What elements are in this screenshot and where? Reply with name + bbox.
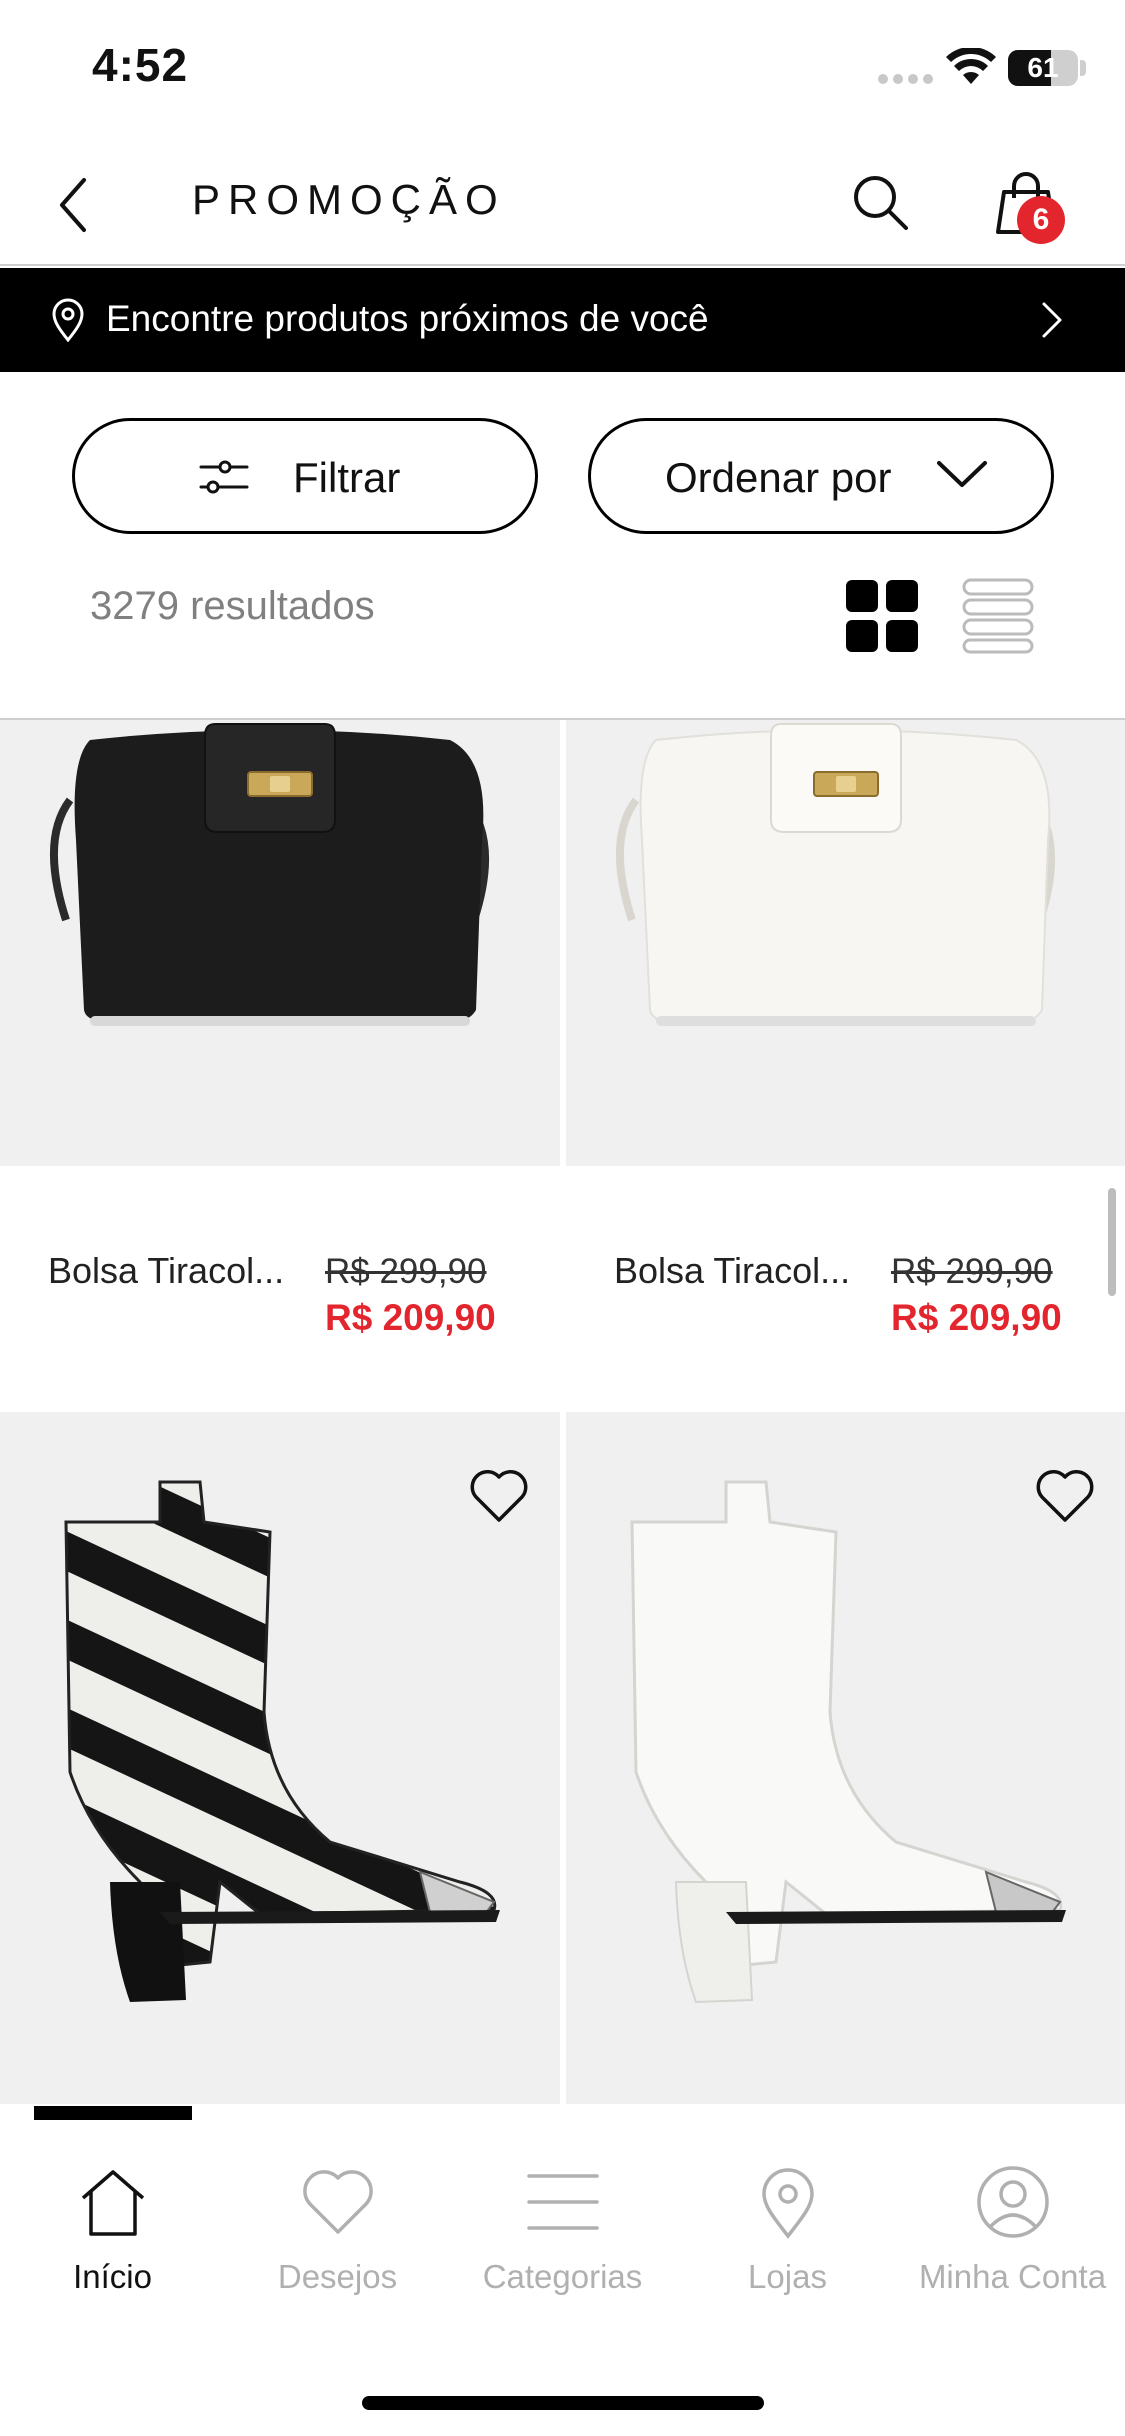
chevron-down-icon xyxy=(937,461,987,487)
tab-desejos[interactable]: Desejos xyxy=(225,2164,450,2314)
status-time: 4:52 xyxy=(92,39,189,91)
wifi-icon xyxy=(946,48,996,84)
battery-cap xyxy=(1080,60,1086,76)
sliders-icon xyxy=(199,460,249,494)
grid-view-icon[interactable] xyxy=(844,578,920,654)
tab-inicio[interactable]: Início xyxy=(0,2164,225,2314)
results-count: 3279 resultados xyxy=(90,584,375,628)
tab-minha-conta[interactable]: Minha Conta xyxy=(900,2164,1125,2314)
heart-icon[interactable] xyxy=(468,1466,530,1524)
home-indicator[interactable] xyxy=(362,2396,764,2410)
banner-text: Encontre produtos próximos de você xyxy=(106,298,709,339)
product-price-sale: R$ 209,90 xyxy=(891,1297,1062,1338)
filter-label: Filtrar xyxy=(293,454,401,501)
cellular-signal-icon xyxy=(878,74,934,84)
filter-button[interactable]: Filtrar xyxy=(72,418,538,534)
product-price-old: R$ 299,90 xyxy=(891,1252,1053,1291)
chevron-right-icon xyxy=(1042,302,1062,338)
app-header: PROMOÇÃO xyxy=(0,140,1125,266)
tab-categorias[interactable]: Categorias xyxy=(450,2164,675,2314)
scrollbar[interactable] xyxy=(1108,1188,1116,1296)
map-pin-icon xyxy=(761,2168,814,2239)
product-image-white-bag[interactable] xyxy=(566,720,1125,1166)
tab-label: Início xyxy=(73,2258,152,2295)
page-title: PROMOÇÃO xyxy=(192,176,506,223)
white-crossbody-bag xyxy=(616,723,1056,1026)
cart-count-badge[interactable]: 6 xyxy=(1017,196,1065,244)
product-image-black-bag[interactable] xyxy=(0,720,560,1166)
sort-label: Ordenar por xyxy=(665,454,892,501)
product-price-old: R$ 299,90 xyxy=(325,1252,487,1291)
tab-label: Minha Conta xyxy=(918,2258,1107,2295)
tab-label: Lojas xyxy=(748,2258,827,2295)
status-bar: 4:52 61 xyxy=(0,0,1125,140)
nearby-stores-banner[interactable]: Encontre produtos próximos de você xyxy=(0,268,1125,372)
user-icon xyxy=(976,2166,1049,2238)
black-crossbody-bag xyxy=(50,723,490,1026)
menu-icon xyxy=(526,2174,599,2230)
product-price-sale: R$ 209,90 xyxy=(325,1297,496,1338)
tab-lojas[interactable]: Lojas xyxy=(675,2164,900,2314)
tab-label: Desejos xyxy=(277,2258,398,2295)
home-icon xyxy=(81,2170,144,2236)
back-chevron-icon[interactable] xyxy=(48,170,98,240)
list-view-icon[interactable] xyxy=(960,578,1036,654)
battery-icon: 61 xyxy=(1008,50,1078,86)
sort-dropdown[interactable]: Ordenar por xyxy=(588,418,1054,534)
map-pin-icon xyxy=(52,298,84,342)
product-name[interactable]: Bolsa Tiracol... xyxy=(614,1250,850,1292)
battery-label: 61 xyxy=(1027,52,1059,83)
active-tab-indicator xyxy=(34,2106,192,2120)
search-icon[interactable] xyxy=(848,170,912,234)
tab-label: Categorias xyxy=(482,2258,643,2295)
product-name[interactable]: Bolsa Tiracol... xyxy=(48,1250,284,1292)
heart-icon xyxy=(302,2170,373,2234)
heart-icon[interactable] xyxy=(1034,1466,1096,1524)
